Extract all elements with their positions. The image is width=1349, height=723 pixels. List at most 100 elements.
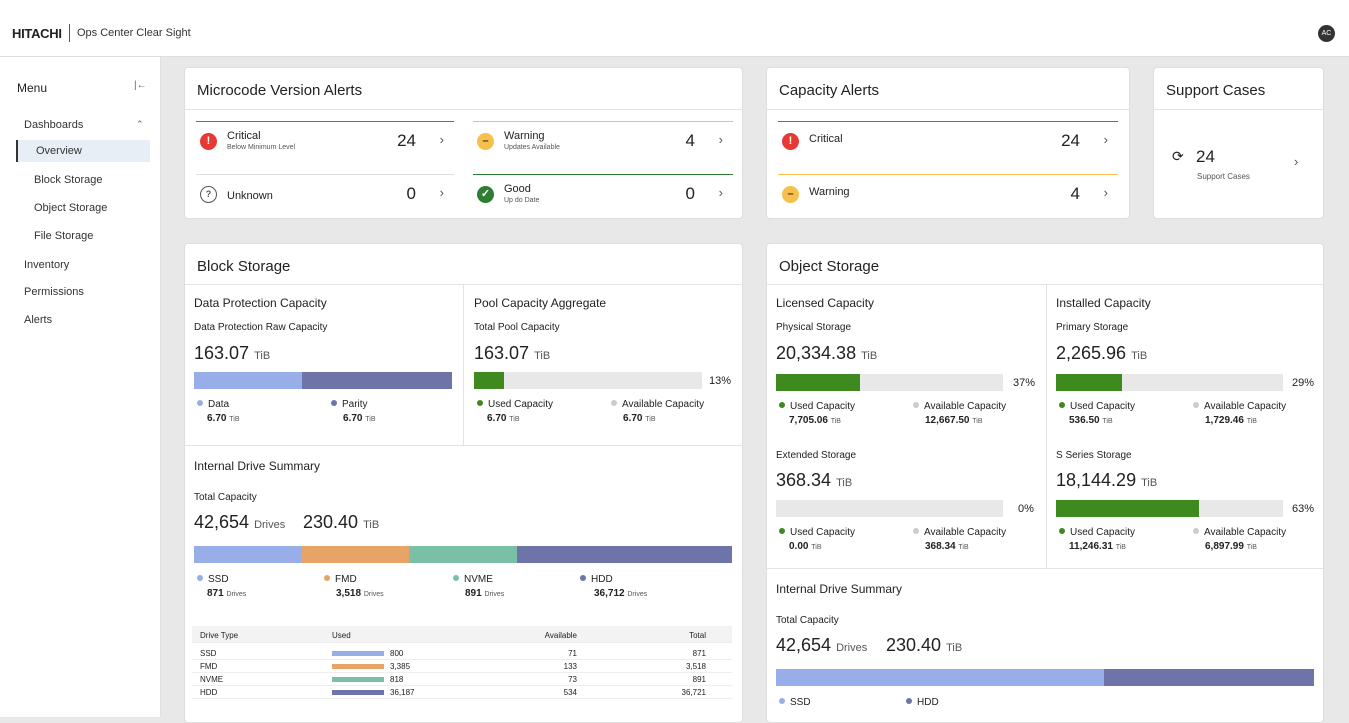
nav-dashboards-label: Dashboards	[24, 119, 84, 131]
pool-value: 163.07 TiB	[474, 343, 551, 363]
chevron-right-icon: ›	[718, 132, 723, 147]
dpc-title: Data Protection Capacity	[194, 296, 327, 310]
header-available: Available	[544, 631, 577, 640]
microcode-warning-row[interactable]: – Warning Updates Available 4 ›	[473, 121, 733, 173]
nav-overview-label: Overview	[36, 145, 82, 157]
dpc-data-value: 6.70 TiB	[207, 413, 240, 424]
used-bar	[332, 690, 384, 695]
chevron-right-icon: ›	[1294, 154, 1299, 169]
sseries-value: 18,144.29 TiB	[1056, 470, 1158, 490]
nav-permissions[interactable]: Permissions	[0, 286, 160, 298]
block-ids-subtitle: Total Capacity	[194, 492, 257, 503]
sseries-percent: 63%	[1292, 503, 1315, 515]
nav-file-storage[interactable]: File Storage	[16, 230, 150, 242]
collapse-left-icon[interactable]: |←	[134, 80, 147, 91]
legend-hdd: HDD	[580, 574, 613, 585]
table-row: SSD 800 71 871	[192, 647, 732, 660]
warning-count: 4	[685, 131, 695, 150]
support-cases-card[interactable]: Support Cases ⟳ 24 Support Cases ›	[1153, 67, 1324, 219]
nav-object-storage-label: Object Storage	[34, 202, 108, 214]
critical-icon: !	[782, 133, 799, 150]
legend-used: Used Capacity	[1059, 401, 1135, 412]
nav-object-storage[interactable]: Object Storage	[16, 202, 150, 214]
unknown-count: 0	[406, 184, 416, 203]
nav-alerts[interactable]: Alerts	[0, 314, 160, 326]
physical-percent: 37%	[1013, 377, 1036, 389]
capacity-alerts-title: Capacity Alerts	[779, 82, 880, 99]
critical-count: 24	[397, 131, 416, 150]
legend-ssd: SSD	[197, 574, 229, 585]
extended-used: 0.00 TiB	[789, 541, 822, 552]
menu-title: Menu	[17, 81, 48, 95]
block-ids-capacity: 230.40 TiB	[303, 512, 380, 532]
support-label: Support Cases	[1197, 172, 1250, 181]
critical-icon: !	[200, 133, 217, 150]
fmd-drives: 3,518 Drives	[336, 588, 384, 599]
block-ids-drives: 42,654 Drives	[194, 512, 286, 532]
dpc-parity-segment	[302, 372, 452, 389]
fmd-segment	[301, 546, 410, 563]
sseries-used: 11,246.31 TiB	[1069, 541, 1126, 552]
pool-percent: 13%	[709, 375, 732, 387]
legend-parity: Parity	[331, 399, 368, 410]
dpc-subtitle: Data Protection Raw Capacity	[194, 322, 328, 333]
object-ids-drives: 42,654 Drives	[776, 635, 868, 655]
nvme-segment	[409, 546, 517, 563]
block-ids-bar	[194, 546, 732, 563]
pool-title: Pool Capacity Aggregate	[474, 296, 607, 310]
legend-used: Used Capacity	[477, 399, 553, 410]
brand-divider	[69, 24, 70, 42]
legend-available: Available Capacity	[611, 399, 704, 410]
object-ids-title: Internal Drive Summary	[776, 582, 903, 596]
nav-permissions-label: Permissions	[24, 286, 84, 298]
brand-logo: HITACHI	[12, 26, 62, 41]
used-bar	[332, 677, 384, 682]
headset-icon: ⟳	[1172, 148, 1184, 164]
nav-block-storage[interactable]: Block Storage	[16, 174, 150, 186]
table-header: Drive Type Used Available Total	[192, 626, 732, 643]
pool-used-value: 6.70 TiB	[487, 413, 520, 424]
used-bar	[332, 664, 384, 669]
dpc-bar	[194, 372, 452, 389]
dpc-data-segment	[194, 372, 303, 389]
chevron-right-icon: ›	[718, 185, 723, 200]
pool-available-value: 6.70 TiB	[623, 413, 656, 424]
legend-used: Used Capacity	[1059, 527, 1135, 538]
microcode-critical-row[interactable]: ! Critical Below Minimum Level 24 ›	[196, 121, 454, 173]
warning-label: Warning	[809, 186, 850, 198]
sidebar: Menu |← Dashboards ⌃ Overview Block Stor…	[0, 57, 161, 717]
extended-subtitle: Extended Storage	[776, 450, 857, 461]
sseries-available: 6,897.99 TiB	[1205, 541, 1257, 552]
nav-overview[interactable]: Overview	[16, 140, 150, 162]
primary-percent: 29%	[1292, 377, 1315, 389]
chevron-right-icon: ›	[1103, 132, 1108, 147]
critical-label: Critical	[809, 133, 843, 145]
nav-inventory-label: Inventory	[24, 259, 70, 271]
licensed-title: Licensed Capacity	[776, 296, 875, 310]
physical-available: 12,667.50 TiB	[925, 415, 983, 426]
microcode-unknown-row[interactable]: ? Unknown 0 ›	[196, 174, 454, 226]
sseries-bar	[1056, 500, 1283, 517]
primary-available: 1,729.46 TiB	[1205, 415, 1257, 426]
nav-alerts-label: Alerts	[24, 314, 53, 326]
nav-inventory[interactable]: Inventory	[0, 259, 160, 271]
pool-used-fill	[474, 372, 504, 389]
critical-label: Critical	[227, 130, 261, 142]
capacity-warning-row[interactable]: – Warning 4 ›	[778, 174, 1118, 226]
block-ids-title: Internal Drive Summary	[194, 459, 321, 473]
pool-bar	[474, 372, 702, 389]
header-total: Total	[689, 631, 706, 640]
object-ids-bar	[776, 669, 1314, 686]
pool-subtitle: Total Pool Capacity	[474, 322, 560, 333]
ssd-segment	[776, 669, 1105, 686]
microcode-good-row[interactable]: ✓ Good Up do Date 0 ›	[473, 174, 733, 226]
primary-used: 536.50 TiB	[1069, 415, 1113, 426]
legend-available: Available Capacity	[1193, 401, 1286, 412]
nav-dashboards[interactable]: Dashboards ⌃	[0, 119, 160, 133]
capacity-critical-row[interactable]: ! Critical 24 ›	[778, 121, 1118, 173]
legend-available: Available Capacity	[913, 527, 1006, 538]
sseries-subtitle: S Series Storage	[1056, 450, 1132, 461]
used-bar	[332, 651, 384, 656]
user-avatar[interactable]: AC	[1318, 25, 1335, 42]
good-label: Good	[504, 183, 531, 195]
